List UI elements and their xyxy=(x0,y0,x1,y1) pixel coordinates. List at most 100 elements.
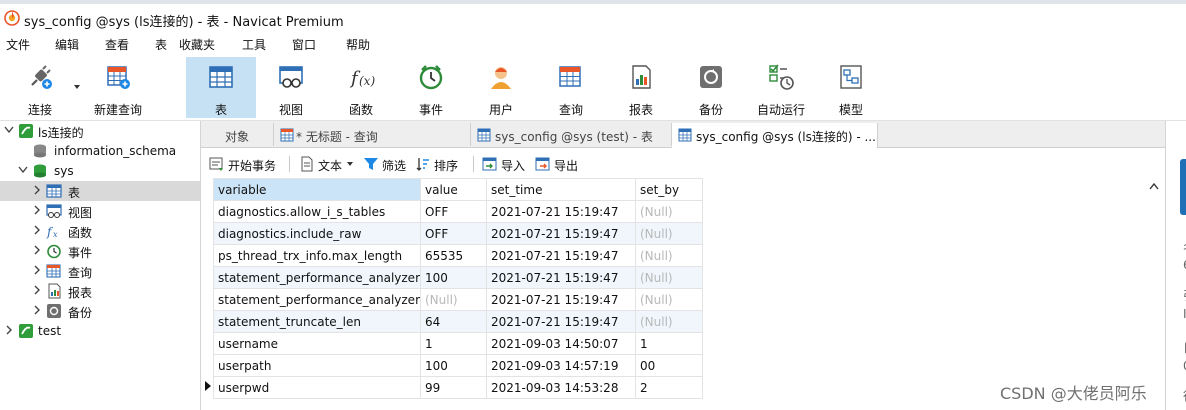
table-row[interactable]: diagnostics.allow_i_s_tables OFF 2021-07… xyxy=(213,200,703,223)
cell[interactable]: 2021-07-21 15:19:47 xyxy=(486,266,636,289)
cell[interactable]: 2021-07-21 15:19:47 xyxy=(486,310,636,333)
tab-objects[interactable]: 对象 xyxy=(201,123,274,146)
filter-button[interactable]: 筛选 xyxy=(363,154,413,174)
toolbar-functions-button[interactable]: f (x) 函数 xyxy=(326,57,396,118)
chevron-right-icon[interactable] xyxy=(32,184,42,196)
vertical-scrollbar[interactable] xyxy=(1146,178,1164,410)
chevron-right-icon[interactable] xyxy=(32,244,42,256)
toolbar-users-button[interactable]: 用户 xyxy=(466,57,536,118)
cell[interactable]: (Null) xyxy=(635,310,703,333)
chevron-up-icon[interactable] xyxy=(1149,182,1159,190)
column-header-value[interactable]: value xyxy=(420,178,487,201)
toolbar-automation-button[interactable]: 自动运行 xyxy=(746,57,816,118)
menu-edit[interactable]: 编辑 xyxy=(55,36,79,53)
tree-db-sys[interactable]: sys xyxy=(0,161,200,181)
cell[interactable]: 00 xyxy=(635,354,703,377)
cell[interactable]: username xyxy=(213,332,421,355)
cell[interactable]: 2021-09-03 14:53:28 xyxy=(486,376,636,399)
cell[interactable]: statement_performance_analyzer xyxy=(213,266,421,289)
menu-help[interactable]: 帮助 xyxy=(346,36,370,53)
table-row[interactable]: ps_thread_trx_info.max_length 65535 2021… xyxy=(213,244,703,267)
new-query-button[interactable]: 新建查询 xyxy=(88,57,148,118)
chevron-down-icon[interactable] xyxy=(18,164,28,176)
begin-transaction-button[interactable]: 开始事务 xyxy=(209,154,281,174)
chevron-right-icon[interactable] xyxy=(32,224,42,236)
cell[interactable]: 64 xyxy=(420,310,487,333)
cell[interactable]: 1 xyxy=(420,332,487,355)
toolbar-queries-button[interactable]: 查询 xyxy=(536,57,606,118)
chevron-right-icon[interactable] xyxy=(32,264,42,276)
column-header-variable[interactable]: variable xyxy=(213,178,421,201)
toolbar-events-button[interactable]: 事件 xyxy=(396,57,466,118)
chevron-right-icon[interactable] xyxy=(32,204,42,216)
tab-sys-config-ls[interactable]: sys_config @sys (ls连接的) - ... xyxy=(672,123,878,148)
cell[interactable]: statement_truncate_len xyxy=(213,310,421,333)
cell[interactable]: 65535 xyxy=(420,244,487,267)
chevron-down-icon[interactable] xyxy=(74,85,80,89)
cell[interactable]: OFF xyxy=(420,222,487,245)
table-row[interactable]: username 1 2021-09-03 14:50:07 1 xyxy=(213,332,703,355)
tree-backups[interactable]: 备份 xyxy=(0,301,200,321)
column-header-set-by[interactable]: set_by xyxy=(635,178,703,201)
tree-db-information-schema[interactable]: information_schema xyxy=(0,141,200,161)
cell[interactable]: (Null) xyxy=(635,244,703,267)
toolbar-model-button[interactable]: 模型 xyxy=(816,57,886,118)
cell[interactable]: OFF xyxy=(420,200,487,223)
chevron-right-icon[interactable] xyxy=(32,304,42,316)
cell[interactable]: 2021-07-21 15:19:47 xyxy=(486,288,636,311)
text-button[interactable]: 文本 xyxy=(299,154,361,174)
menu-view[interactable]: 查看 xyxy=(105,36,129,53)
cell[interactable]: (Null) xyxy=(635,200,703,223)
cell[interactable]: 2021-07-21 15:19:47 xyxy=(486,200,636,223)
menu-favorites[interactable]: 收藏夹 xyxy=(179,36,215,53)
chevron-right-icon[interactable] xyxy=(4,324,14,336)
cell[interactable]: (Null) xyxy=(635,288,703,311)
cell[interactable]: 2021-07-21 15:19:47 xyxy=(486,222,636,245)
cell[interactable]: statement_performance_analyzer xyxy=(213,288,421,311)
table-row[interactable]: diagnostics.include_raw OFF 2021-07-21 1… xyxy=(213,222,703,245)
menu-tools[interactable]: 工具 xyxy=(242,36,266,53)
chevron-down-icon[interactable] xyxy=(4,124,14,136)
chevron-down-icon[interactable] xyxy=(347,162,353,166)
table-row[interactable]: userpath 100 2021-09-03 14:57:19 00 xyxy=(213,354,703,377)
cell[interactable]: (Null) xyxy=(420,288,487,311)
cell[interactable]: 2021-07-21 15:19:47 xyxy=(486,244,636,267)
cell[interactable]: 2021-09-03 14:57:19 xyxy=(486,354,636,377)
table-row[interactable]: userpwd 99 2021-09-03 14:53:28 2 xyxy=(213,376,703,399)
menu-table[interactable]: 表 xyxy=(155,36,167,53)
tree-tables[interactable]: 表 xyxy=(0,181,200,201)
export-button[interactable]: 导出 xyxy=(535,154,585,174)
menu-file[interactable]: 文件 xyxy=(6,36,30,53)
cell[interactable]: 2021-09-03 14:50:07 xyxy=(486,332,636,355)
sort-button[interactable]: 排序 xyxy=(415,154,465,174)
cell[interactable]: diagnostics.include_raw xyxy=(213,222,421,245)
cell[interactable]: userpath xyxy=(213,354,421,377)
tree-queries[interactable]: 查询 xyxy=(0,261,200,281)
cell[interactable]: userpwd xyxy=(213,376,421,399)
cell[interactable]: 99 xyxy=(420,376,487,399)
import-button[interactable]: 导入 xyxy=(482,154,532,174)
cell[interactable]: (Null) xyxy=(635,266,703,289)
tree-connection-ls[interactable]: ls连接的 xyxy=(0,121,200,141)
chevron-right-icon[interactable] xyxy=(32,284,42,296)
menu-window[interactable]: 窗口 xyxy=(292,36,316,53)
toolbar-reports-button[interactable]: 报表 xyxy=(606,57,676,118)
cell[interactable]: 1 xyxy=(635,332,703,355)
cell[interactable]: diagnostics.allow_i_s_tables xyxy=(213,200,421,223)
tree-connection-test[interactable]: test xyxy=(0,321,200,341)
toolbar-views-button[interactable]: 视图 xyxy=(256,57,326,118)
tab-untitled-query[interactable]: * 无标题 - 查询 xyxy=(274,123,471,146)
cell[interactable]: 100 xyxy=(420,266,487,289)
table-row[interactable]: statement_performance_analyzer 100 2021-… xyxy=(213,266,703,289)
cell[interactable]: ps_thread_trx_info.max_length xyxy=(213,244,421,267)
table-row[interactable]: statement_performance_analyzer (Null) 20… xyxy=(213,288,703,311)
tree-views[interactable]: 视图 xyxy=(0,201,200,221)
table-row[interactable]: statement_truncate_len 64 2021-07-21 15:… xyxy=(213,310,703,333)
cell[interactable]: (Null) xyxy=(635,222,703,245)
cell[interactable]: 100 xyxy=(420,354,487,377)
tree-reports[interactable]: 报表 xyxy=(0,281,200,301)
toolbar-tables-button[interactable]: 表 xyxy=(186,57,256,118)
tab-sys-config-test[interactable]: sys_config @sys (test) - 表 xyxy=(471,123,672,146)
toolbar-backup-button[interactable]: 备份 xyxy=(676,57,746,118)
cell[interactable]: 2 xyxy=(635,376,703,399)
